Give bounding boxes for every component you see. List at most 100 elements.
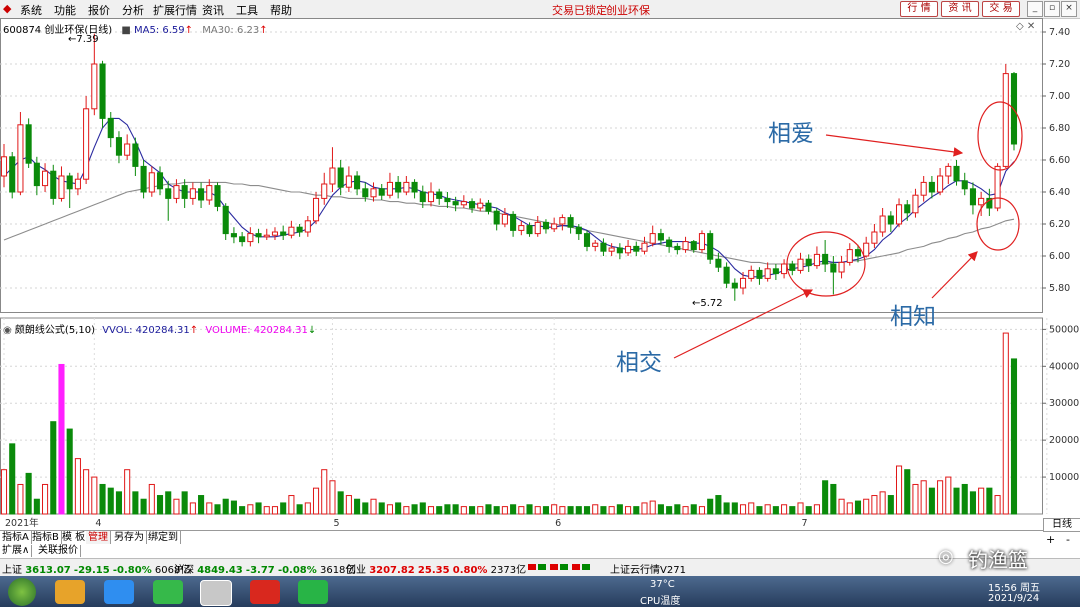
tab-manage[interactable]: 管理 bbox=[86, 531, 111, 544]
volume-bar bbox=[649, 500, 656, 515]
volume-bar bbox=[33, 498, 40, 515]
zoom-in-button[interactable]: + bbox=[1046, 533, 1055, 546]
candle-body bbox=[9, 156, 16, 193]
volume-bar bbox=[99, 483, 106, 515]
volume-bar bbox=[140, 498, 147, 515]
candle-body bbox=[271, 231, 279, 236]
menu-help[interactable]: 帮助 bbox=[270, 2, 292, 18]
candle-body bbox=[830, 263, 837, 273]
volume-bar bbox=[822, 480, 829, 515]
candle-body bbox=[411, 181, 418, 193]
candle-body bbox=[444, 197, 451, 203]
candle-body bbox=[731, 282, 738, 289]
taskbar-app-icon[interactable] bbox=[55, 580, 85, 604]
annotation-love: 相爱 bbox=[768, 121, 814, 147]
volume-bar bbox=[854, 500, 862, 515]
volume-bar bbox=[156, 495, 164, 515]
volume-bar bbox=[74, 458, 81, 515]
period-selector[interactable]: 日线 bbox=[1043, 518, 1080, 532]
candle-body bbox=[945, 165, 952, 177]
candle-body bbox=[469, 201, 476, 209]
taskbar-stock-app-icon[interactable] bbox=[200, 580, 232, 606]
volume-bar bbox=[460, 506, 467, 515]
volume-bar bbox=[25, 472, 32, 515]
zoom-out-button[interactable]: - bbox=[1066, 533, 1070, 546]
close-icon[interactable]: × bbox=[1061, 1, 1077, 17]
volume-tick-label: 40000 bbox=[1049, 361, 1079, 372]
candle-body bbox=[206, 185, 213, 201]
volume-bar bbox=[1002, 332, 1009, 515]
volume-bar bbox=[764, 504, 771, 515]
candle-body bbox=[25, 124, 32, 164]
volume-tick-label: 50000 bbox=[1049, 324, 1079, 335]
volume-bar bbox=[452, 504, 459, 515]
wechat-watermark-icon: ◎ bbox=[938, 546, 954, 567]
minimize-icon[interactable]: _ bbox=[1027, 1, 1043, 17]
candle-body bbox=[739, 277, 747, 289]
tab-indicator-b[interactable]: 指标B bbox=[30, 531, 62, 544]
clock-time: 15:56 周五 bbox=[988, 583, 1040, 594]
news-button[interactable]: 资 讯 bbox=[941, 1, 979, 17]
panel-controls-icon[interactable]: ◇ ✕ bbox=[1016, 21, 1035, 32]
menu-system[interactable]: 系统 bbox=[20, 2, 42, 18]
candle-body bbox=[657, 233, 664, 241]
start-button-icon[interactable] bbox=[8, 578, 36, 606]
trade-button[interactable]: 交 易 bbox=[982, 1, 1020, 17]
price-tick-label: 7.00 bbox=[1049, 91, 1070, 102]
tab-template[interactable]: 模 板 bbox=[60, 531, 89, 544]
menu-analysis[interactable]: 分析 bbox=[122, 2, 144, 18]
candle-body bbox=[50, 170, 57, 199]
candle-body bbox=[723, 266, 730, 284]
volume-bar bbox=[781, 504, 788, 515]
candle-body bbox=[427, 191, 435, 203]
candle-body bbox=[198, 188, 205, 201]
candle-body bbox=[649, 233, 656, 244]
volume-bar bbox=[165, 491, 172, 515]
volume-bar bbox=[690, 504, 697, 515]
volume-bar bbox=[9, 443, 16, 515]
volume-bar bbox=[616, 504, 623, 515]
candle-body bbox=[280, 231, 287, 236]
volume-bar bbox=[91, 476, 98, 515]
menu-tools[interactable]: 工具 bbox=[236, 2, 258, 18]
tab-bind-to[interactable]: 绑定到 bbox=[146, 531, 181, 544]
kline-chart[interactable]: 7.40 7.20 7.00 6.80 6.60 6.40 6.20 6.00 5.80 5000… bbox=[0, 18, 1080, 530]
volume-bar bbox=[419, 502, 426, 515]
volume-bar bbox=[378, 502, 385, 515]
volume-bar bbox=[871, 495, 878, 515]
candle-body bbox=[107, 117, 114, 139]
taskbar-pdf-icon[interactable] bbox=[250, 580, 280, 604]
candle-body bbox=[674, 245, 681, 251]
volume-bar bbox=[978, 487, 985, 515]
volume-bar bbox=[115, 491, 123, 515]
tab-expand[interactable]: 扩展∧ bbox=[0, 545, 33, 557]
candle-body bbox=[33, 162, 40, 187]
tab-save-as[interactable]: 另存为 bbox=[112, 531, 147, 544]
volume-bar bbox=[756, 506, 763, 515]
candle-body bbox=[395, 181, 402, 193]
volume-bar bbox=[181, 491, 188, 515]
candle-body bbox=[526, 225, 533, 235]
tab-related-quote[interactable]: 关联报价 bbox=[36, 545, 81, 557]
market-breadth-bars bbox=[528, 561, 602, 573]
candle-body bbox=[805, 258, 812, 267]
menu-extended-market[interactable]: 扩展行情 bbox=[153, 2, 197, 18]
menu-news[interactable]: 资讯 bbox=[202, 2, 224, 18]
maximize-icon[interactable]: ▫ bbox=[1044, 1, 1060, 17]
menu-quote[interactable]: 报价 bbox=[88, 2, 110, 18]
volume-bar bbox=[657, 504, 664, 515]
market-button[interactable]: 行 情 bbox=[900, 1, 938, 17]
taskbar-wechat-icon[interactable] bbox=[298, 580, 328, 604]
taskbar-app-icon[interactable] bbox=[153, 580, 183, 604]
app-logo-icon[interactable]: ◆ bbox=[3, 2, 11, 15]
candle-body bbox=[386, 181, 393, 196]
menu-function[interactable]: 功能 bbox=[54, 2, 76, 18]
candle-body bbox=[756, 269, 763, 279]
watermark: 钓渔篮 bbox=[968, 548, 1028, 572]
tab-indicator-a[interactable]: 指标A bbox=[0, 531, 32, 544]
settings-icon[interactable]: ◉ bbox=[3, 325, 12, 336]
candle-body bbox=[961, 180, 968, 190]
taskbar-app-icon[interactable] bbox=[104, 580, 134, 604]
volume-bar bbox=[288, 495, 295, 515]
candle-body bbox=[690, 241, 697, 251]
